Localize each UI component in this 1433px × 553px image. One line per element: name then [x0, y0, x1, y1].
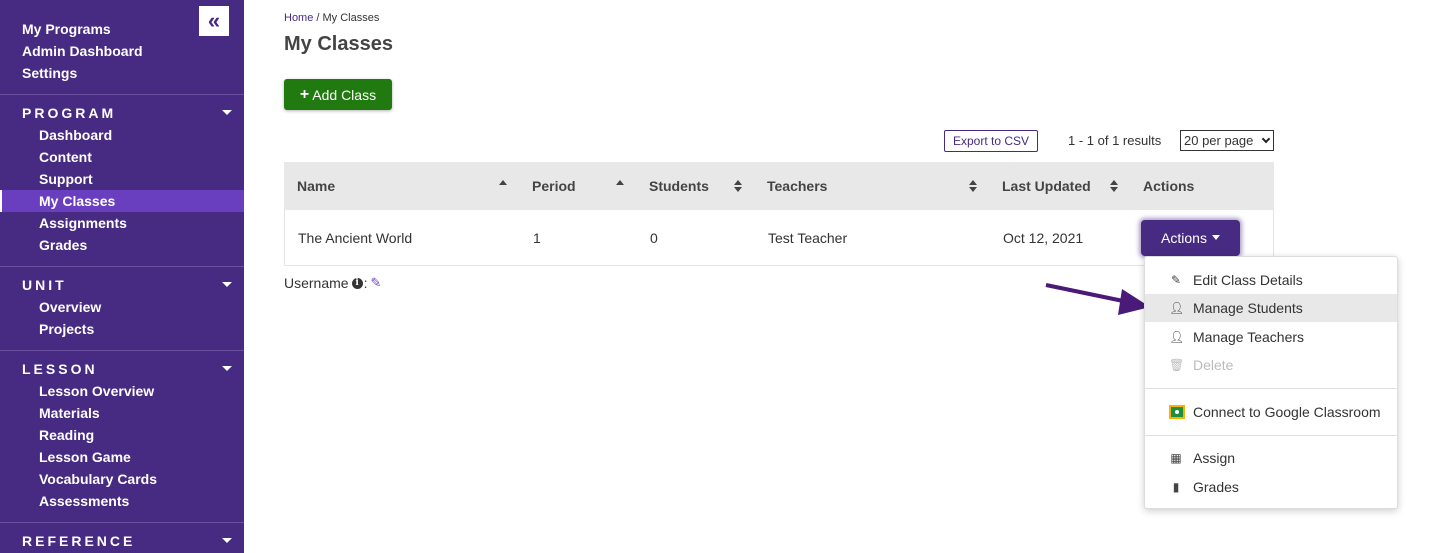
- export-csv-button[interactable]: Export to CSV: [944, 130, 1038, 152]
- sidebar-item-lesson-overview[interactable]: Lesson Overview: [0, 380, 244, 402]
- cell-period: 1: [533, 229, 541, 246]
- google-classroom-icon: [1169, 405, 1185, 419]
- classes-table: Name Period Students Teachers Last Updat…: [284, 162, 1274, 266]
- sidebar-item-lesson-game[interactable]: Lesson Game: [0, 446, 244, 468]
- arrow-shaft: [1045, 283, 1129, 304]
- sidebar-section-reference: REFERENCE: [0, 522, 244, 552]
- section-toggle-unit[interactable]: UNIT: [0, 274, 244, 296]
- column-header-students[interactable]: Students: [636, 162, 754, 210]
- column-header-name[interactable]: Name: [284, 162, 519, 210]
- breadcrumb-home-link[interactable]: Home: [284, 12, 313, 24]
- caret-down-icon: [1211, 235, 1220, 240]
- sidebar-item-support[interactable]: Support: [0, 168, 244, 190]
- table-header: Name Period Students Teachers Last Updat…: [284, 162, 1274, 210]
- sort-icon: [969, 180, 977, 192]
- info-icon[interactable]: i: [351, 277, 363, 289]
- plus-icon: +: [299, 85, 310, 103]
- sidebar: « My Programs Admin Dashboard Settings P…: [0, 0, 244, 553]
- actions-dropdown-button[interactable]: Actions: [1141, 219, 1240, 256]
- column-header-last-updated[interactable]: Last Updated: [989, 162, 1130, 210]
- chevron-down-icon: [1261, 134, 1271, 144]
- sidebar-section-lesson: LESSON Lesson Overview Materials Reading…: [0, 350, 244, 512]
- username-row: Username i: ✎: [284, 275, 382, 291]
- column-header-actions: Actions: [1143, 178, 1195, 194]
- trash-icon: 🗑︎: [1169, 358, 1185, 372]
- sidebar-item-overview[interactable]: Overview: [0, 296, 244, 318]
- edit-icon: ✎: [1170, 273, 1182, 287]
- per-page-select[interactable]: 20 per page: [1180, 130, 1274, 151]
- section-toggle-program[interactable]: PROGRAM: [0, 102, 244, 124]
- collapse-sidebar-button[interactable]: «: [199, 6, 229, 36]
- menu-item-edit-class-details[interactable]: ✎ Edit Class Details: [1145, 266, 1397, 294]
- user-icon: 👤︎: [1169, 330, 1185, 344]
- caret-down-icon: [222, 110, 232, 115]
- table-row: The Ancient World 1 0 Test Teacher Oct 1…: [284, 210, 1274, 266]
- sidebar-item-grades[interactable]: Grades: [0, 234, 244, 256]
- sort-icon: [734, 180, 742, 192]
- menu-item-assign[interactable]: ▦ Assign: [1145, 444, 1397, 472]
- sidebar-item-assessments[interactable]: Assessments: [0, 490, 244, 512]
- breadcrumb: Home / My Classes: [284, 12, 380, 24]
- add-class-button[interactable]: + Add Class: [284, 79, 392, 110]
- sidebar-section-unit: UNIT Overview Projects: [0, 266, 244, 340]
- edit-icon[interactable]: ✎: [370, 275, 381, 291]
- sidebar-link-settings[interactable]: Settings: [22, 62, 244, 84]
- page-title: My Classes: [284, 33, 393, 55]
- username-label: Username: [284, 275, 349, 291]
- results-count: 1 - 1 of 1 results: [1068, 133, 1162, 148]
- sidebar-item-reading[interactable]: Reading: [0, 424, 244, 446]
- caret-down-icon: [222, 282, 232, 287]
- sidebar-item-projects[interactable]: Projects: [0, 318, 244, 340]
- bar-chart-icon: ▮: [1172, 480, 1180, 494]
- column-header-period[interactable]: Period: [519, 162, 636, 210]
- sidebar-item-materials[interactable]: Materials: [0, 402, 244, 424]
- sidebar-item-my-classes[interactable]: My Classes: [0, 190, 244, 212]
- menu-item-manage-teachers[interactable]: 👤︎ Manage Teachers: [1145, 323, 1397, 351]
- double-chevron-left-icon: «: [207, 8, 221, 33]
- sort-asc-icon: [616, 180, 624, 192]
- section-toggle-lesson[interactable]: LESSON: [0, 358, 244, 380]
- calendar-icon: ▦: [1170, 451, 1182, 465]
- sidebar-link-admin-dashboard[interactable]: Admin Dashboard: [22, 40, 244, 62]
- annotation-arrow-icon: [1045, 283, 1150, 315]
- column-header-teachers[interactable]: Teachers: [754, 162, 989, 210]
- sidebar-item-vocabulary-cards[interactable]: Vocabulary Cards: [0, 468, 244, 490]
- section-toggle-reference[interactable]: REFERENCE: [0, 530, 244, 552]
- sort-asc-icon: [499, 180, 507, 192]
- caret-down-icon: [222, 366, 232, 371]
- menu-item-grades[interactable]: ▮ Grades: [1145, 473, 1397, 501]
- cell-teachers: Test Teacher: [768, 229, 848, 246]
- menu-item-delete: 🗑︎ Delete: [1169, 357, 1234, 373]
- breadcrumb-current: My Classes: [322, 12, 380, 24]
- sidebar-item-assignments[interactable]: Assignments: [0, 212, 244, 234]
- cell-last-updated: Oct 12, 2021: [1003, 229, 1084, 246]
- actions-dropdown-menu: ✎ Edit Class Details 👤︎ Manage Students 👤︎…: [1144, 256, 1398, 509]
- sidebar-section-program: PROGRAM Dashboard Content Support My Cla…: [0, 94, 244, 256]
- sidebar-item-dashboard[interactable]: Dashboard: [0, 124, 244, 146]
- cell-students: 0: [650, 229, 658, 246]
- user-icon: 👤︎: [1169, 301, 1185, 315]
- caret-down-icon: [222, 538, 232, 543]
- menu-item-manage-students[interactable]: 👤︎ Manage Students: [1145, 294, 1397, 322]
- sidebar-item-content[interactable]: Content: [0, 146, 244, 168]
- menu-divider: [1145, 388, 1397, 389]
- sort-icon: [1110, 180, 1118, 192]
- cell-name: The Ancient World: [298, 229, 413, 246]
- menu-item-connect-google-classroom[interactable]: Connect to Google Classroom: [1145, 398, 1397, 426]
- menu-divider: [1145, 435, 1397, 436]
